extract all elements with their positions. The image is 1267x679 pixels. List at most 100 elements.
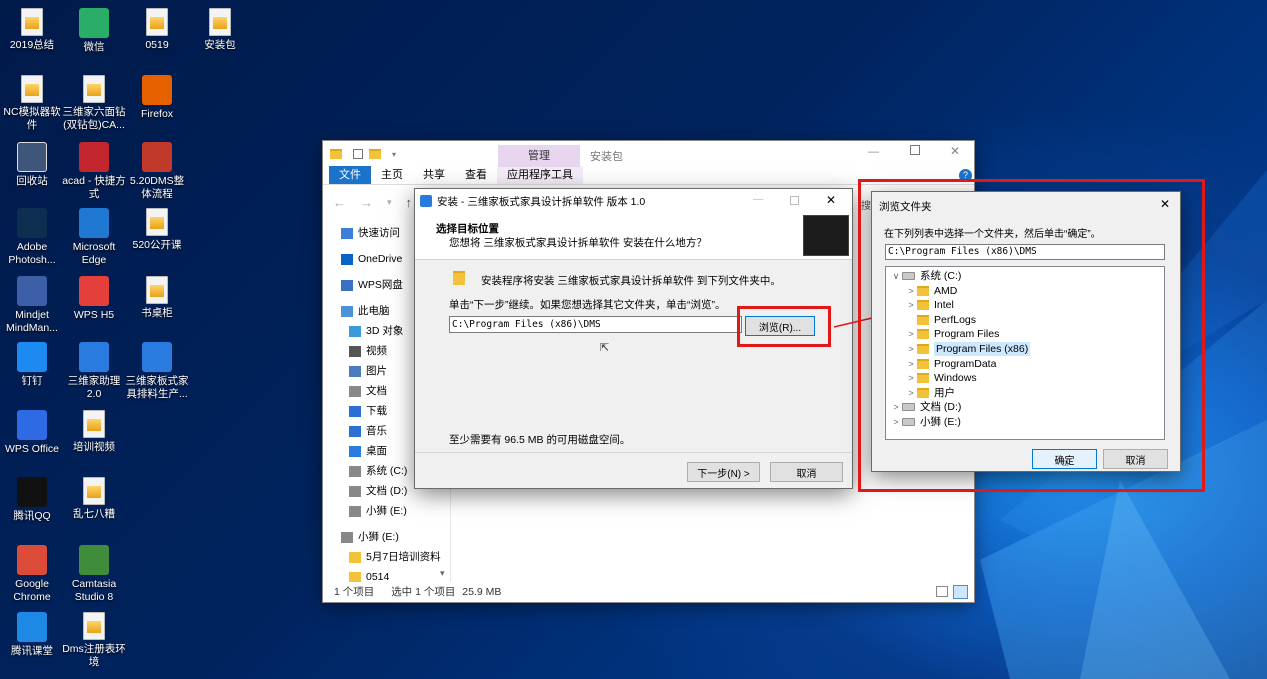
cancel-button[interactable]: 取消 — [1103, 449, 1168, 469]
desktop-icon[interactable]: 腾讯课堂 — [0, 612, 64, 658]
tree-node[interactable]: > Program Files (x86) — [905, 342, 1031, 356]
chevron-down-icon[interactable]: ∨ — [890, 269, 902, 283]
nav-item-icon — [341, 279, 353, 291]
desktop-icon[interactable]: 三维家六面钻(双钻包)CA... — [62, 75, 126, 132]
desktop-icon[interactable]: 腾讯QQ — [0, 477, 64, 523]
tree-node[interactable]: > AMD — [905, 284, 957, 298]
chevron-right-icon[interactable]: > — [905, 298, 917, 312]
details-view-icon[interactable] — [936, 586, 948, 597]
desktop-icon[interactable]: Adobe Photosh... — [0, 208, 64, 267]
desktop-icon[interactable]: 书桌柜 — [125, 276, 189, 320]
desktop-icon[interactable]: 5.20DMS整体流程 — [125, 142, 189, 201]
nav-scroll-down-icon[interactable]: ▾ — [440, 568, 445, 579]
chevron-right-icon[interactable]: > — [890, 400, 902, 414]
status-bar: 1 个项目 选中 1 个项目 25.9 MB — [323, 582, 974, 602]
chevron-right-icon[interactable]: > — [905, 284, 917, 298]
forward-arrow-icon[interactable]: → — [360, 195, 373, 210]
desktop-icon[interactable]: 钉钉 — [0, 342, 64, 388]
3vjia-furniture-icon — [142, 342, 172, 372]
desktop-icon[interactable]: Microsoft Edge — [62, 208, 126, 267]
desktop-icon[interactable]: Camtasia Studio 8 — [62, 545, 126, 604]
chevron-right-icon[interactable]: > — [905, 357, 917, 371]
desktop-icon[interactable]: NC模拟器软件 — [0, 75, 64, 132]
desktop-icon[interactable]: 三维家板式家具排料生产... — [125, 342, 189, 401]
desktop-icon[interactable]: Firefox — [125, 75, 189, 121]
desktop-icon[interactable]: Dms注册表环境 — [62, 612, 126, 669]
disk-space-text: 至少需要有 96.5 MB 的可用磁盘空间。 — [449, 434, 631, 446]
desktop-icon[interactable]: WPS Office — [0, 410, 64, 456]
mindjet-icon — [17, 276, 47, 306]
chevron-right-icon[interactable]: > — [905, 327, 917, 341]
ribbon-tab[interactable]: 主页 — [371, 166, 413, 184]
ribbon-tab[interactable]: 共享 — [413, 166, 455, 184]
folder-doc-icon — [209, 8, 231, 36]
install-path-input[interactable]: C:\Program Files (x86)\DMS — [449, 316, 742, 333]
folder-icon — [917, 314, 929, 325]
chevron-right-icon[interactable]: > — [890, 415, 902, 429]
next-button[interactable]: 下一步(N) > — [687, 462, 760, 482]
ribbon-context-tab[interactable]: 管理 — [498, 145, 580, 167]
desktop-icon[interactable]: 回收站 — [0, 142, 64, 188]
folder-doc-icon — [83, 477, 105, 505]
up-arrow-icon[interactable]: ↑ — [406, 195, 413, 210]
chevron-right-icon[interactable]: > — [905, 386, 917, 400]
ribbon-tab[interactable]: 文件 — [329, 166, 371, 184]
desktop-icon[interactable]: 0519 — [125, 8, 189, 52]
nav-item[interactable]: 小狮 (E:) — [323, 501, 450, 521]
minimize-icon[interactable]: — — [753, 193, 764, 205]
desktop-icon[interactable]: Mindjet MindMan... — [0, 276, 64, 335]
tree-node[interactable]: ∨ 系统 (C:) — [890, 269, 962, 283]
desktop-icon[interactable]: 安装包 — [188, 8, 252, 52]
dropdown-icon[interactable]: ▾ — [392, 150, 396, 159]
tree-node[interactable]: > 文档 (D:) — [890, 400, 961, 414]
back-arrow-icon[interactable]: ← — [333, 195, 346, 210]
checkbox-icon[interactable] — [353, 149, 363, 159]
tree-node[interactable]: > 用户 — [905, 386, 955, 400]
tree-node[interactable]: PerfLogs — [905, 313, 976, 327]
desktop-icon[interactable]: 乱七八糟 — [62, 477, 126, 521]
installer-dialog[interactable]: 安装 - 三维家板式家具设计拆单软件 版本 1.0 — ✕ 选择目标位置 您想将… — [415, 189, 852, 488]
ribbon-tab[interactable]: 查看 — [455, 166, 497, 184]
minimize-icon[interactable]: — — [868, 146, 879, 158]
close-icon[interactable]: ✕ — [826, 193, 836, 207]
close-icon[interactable]: ✕ — [1160, 197, 1170, 211]
nav-item[interactable]: 小狮 (E:) — [323, 527, 450, 547]
chrome-icon — [17, 545, 47, 575]
nav-item[interactable]: 0514 — [323, 567, 450, 582]
folder-tree[interactable]: ∨ 系统 (C:) > AMD > Intel PerfLogs > Program Files… — [885, 266, 1165, 440]
desktop-icon[interactable]: 520公开课 — [125, 208, 189, 252]
desktop-icon[interactable]: acad - 快捷方式 — [62, 142, 126, 201]
desktop-icon-label: Adobe Photosh... — [8, 241, 56, 266]
desktop-icon-label: 2019总结 — [9, 39, 55, 51]
desktop-icon-label: Camtasia Studio 8 — [71, 578, 117, 603]
cancel-button[interactable]: 取消 — [770, 462, 843, 482]
desktop-icon[interactable]: 2019总结 — [0, 8, 64, 52]
tree-node[interactable]: > ProgramData — [905, 357, 996, 371]
quick-access-toolbar[interactable]: ▾ — [330, 149, 396, 159]
browse-path-field[interactable]: C:\Program Files (x86)\DMS — [885, 244, 1165, 260]
nav-item[interactable]: 5月7日培训资料 — [323, 547, 450, 567]
browse-folder-dialog[interactable]: 浏览文件夹 ✕ 在下列列表中选择一个文件夹，然后单击“确定”。 C:\Progr… — [872, 192, 1180, 471]
desktop-icon[interactable]: Google Chrome — [0, 545, 64, 604]
tree-node[interactable]: > Intel — [905, 298, 954, 312]
desktop-icon[interactable]: 微信 — [62, 8, 126, 54]
browse-button[interactable]: 浏览(R)... — [745, 316, 815, 336]
tiles-view-icon[interactable] — [953, 585, 968, 599]
ribbon-tab[interactable]: 应用程序工具 — [497, 166, 583, 184]
recent-dropdown-icon[interactable]: ▾ — [387, 197, 392, 208]
desktop-icon-label: Firefox — [140, 108, 174, 120]
desktop-icon[interactable]: 三维家助理 2.0 — [62, 342, 126, 401]
desktop-icon[interactable]: 培训视频 — [62, 410, 126, 454]
close-icon[interactable]: ✕ — [950, 144, 960, 158]
maximize-icon[interactable] — [790, 196, 799, 205]
new-folder-icon[interactable] — [369, 149, 381, 159]
desktop-icon[interactable]: WPS H5 — [62, 276, 126, 322]
tree-node[interactable]: > 小狮 (E:) — [890, 415, 960, 429]
tree-node[interactable]: > Program Files — [905, 327, 999, 341]
maximize-icon[interactable] — [910, 145, 920, 155]
help-icon[interactable]: ? — [959, 169, 972, 182]
chevron-right-icon[interactable]: > — [905, 371, 917, 385]
folder-doc-icon — [21, 75, 43, 103]
chevron-right-icon[interactable]: > — [905, 342, 917, 356]
tree-node[interactable]: > Windows — [905, 371, 976, 385]
